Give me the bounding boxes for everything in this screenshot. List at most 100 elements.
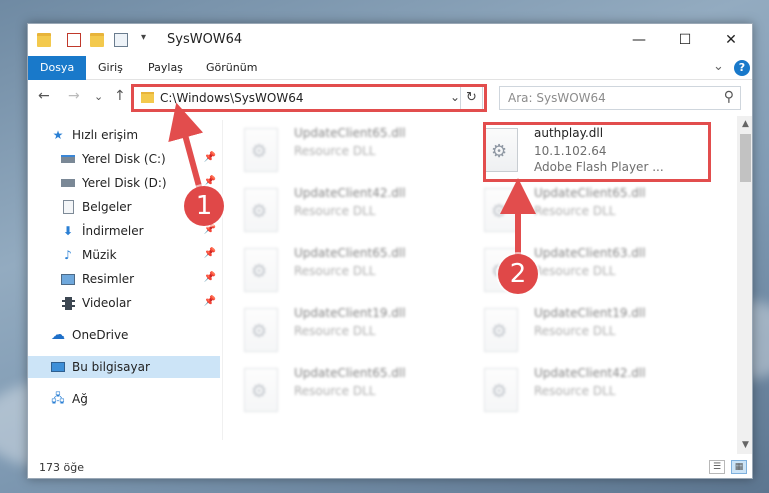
forward-button[interactable]: →: [68, 88, 80, 104]
pin-icon[interactable]: 📌: [204, 248, 216, 259]
sidebar-item-quick-access[interactable]: ★ Hızlı erişim: [28, 124, 220, 146]
pin-icon[interactable]: 📌: [204, 296, 216, 307]
file-name: UpdateClient65.dll: [534, 186, 646, 200]
dll-file-icon: [244, 368, 278, 412]
file-name: UpdateClient65.dll: [294, 246, 406, 260]
vertical-scrollbar[interactable]: ▲ ▼: [737, 116, 752, 454]
file-type: Resource DLL: [294, 264, 376, 278]
item-count: 173 öğe: [39, 461, 84, 474]
close-button[interactable]: ✕: [708, 24, 752, 56]
help-button[interactable]: ?: [734, 60, 750, 76]
authplay-highlight: [483, 122, 711, 182]
new-folder-icon[interactable]: [90, 33, 104, 47]
step-1-badge: 1: [184, 186, 224, 226]
file-name: UpdateClient65.dll: [294, 126, 406, 140]
file-type: Resource DLL: [294, 324, 376, 338]
minimize-button[interactable]: —: [616, 24, 662, 56]
file-type: Resource DLL: [294, 144, 376, 158]
sidebar-item-videos[interactable]: Videolar 📌: [28, 292, 220, 314]
star-icon: ★: [52, 128, 64, 142]
file-item[interactable]: UpdateClient65.dll Resource DLL: [224, 242, 454, 294]
sidebar-item-label: Yerel Disk (C:): [82, 152, 166, 166]
file-name: UpdateClient42.dll: [534, 366, 646, 380]
tab-view[interactable]: Görünüm: [194, 56, 269, 80]
file-type: Resource DLL: [534, 264, 616, 278]
sidebar-item-label: Yerel Disk (D:): [82, 176, 167, 190]
scroll-down-button[interactable]: ▼: [737, 437, 752, 454]
sidebar-item-drive-c[interactable]: Yerel Disk (C:) 📌: [28, 148, 220, 170]
details-view-button[interactable]: ☰: [709, 460, 725, 474]
drive-icon: [60, 175, 76, 191]
sidebar-item-label: Bu bilgisayar: [72, 360, 150, 374]
file-item[interactable]: UpdateClient42.dll Resource DLL: [464, 362, 694, 414]
sidebar-item-onedrive[interactable]: ☁ OneDrive: [28, 324, 220, 346]
ribbon-tabs: Dosya Giriş Paylaş Görünüm ⌄ ?: [28, 56, 752, 80]
file-item[interactable]: UpdateClient19.dll Resource DLL: [224, 302, 454, 354]
scroll-up-button[interactable]: ▲: [737, 116, 752, 133]
back-button[interactable]: ←: [38, 88, 50, 104]
search-input[interactable]: Ara: SysWOW64 ⚲: [499, 86, 741, 110]
window-title: SysWOW64: [167, 32, 243, 47]
step-2-badge: 2: [498, 254, 538, 294]
file-type: Resource DLL: [534, 384, 616, 398]
sidebar-item-label: OneDrive: [72, 328, 129, 342]
properties-icon[interactable]: [67, 33, 81, 47]
expand-ribbon-icon[interactable]: ⌄: [713, 59, 724, 74]
sidebar-item-downloads[interactable]: ⬇ İndirmeler 📌: [28, 220, 220, 242]
file-item[interactable]: UpdateClient65.dll Resource DLL: [224, 122, 454, 174]
dll-file-icon: [244, 248, 278, 292]
sidebar-item-label: Müzik: [82, 248, 117, 262]
sidebar-item-label: Belgeler: [82, 200, 132, 214]
search-icon[interactable]: ⚲: [724, 89, 734, 105]
pane-divider[interactable]: [222, 120, 223, 440]
file-type: Resource DLL: [534, 204, 616, 218]
navigation-pane: ★ Hızlı erişim Yerel Disk (C:) 📌 Yerel D…: [28, 120, 220, 456]
cloud-icon: ☁: [51, 327, 65, 343]
qat-dropdown-icon[interactable]: ▾: [141, 32, 146, 43]
maximize-button[interactable]: ☐: [662, 24, 708, 56]
downloads-icon: ⬇: [62, 224, 74, 238]
pin-icon[interactable]: 📌: [204, 152, 216, 163]
pictures-icon: [60, 271, 76, 287]
dll-file-icon: [244, 128, 278, 172]
file-item[interactable]: UpdateClient65.dll Resource DLL: [464, 182, 694, 234]
file-name: UpdateClient63.dll: [534, 246, 646, 260]
file-name: UpdateClient65.dll: [294, 366, 406, 380]
dll-file-icon: [244, 308, 278, 352]
file-item[interactable]: UpdateClient19.dll Resource DLL: [464, 302, 694, 354]
file-item[interactable]: UpdateClient65.dll Resource DLL: [224, 362, 454, 414]
folder-icon: [37, 33, 51, 47]
tiles-view-button[interactable]: ▦: [731, 460, 747, 474]
view-options-icon[interactable]: [114, 33, 128, 47]
up-button[interactable]: ↑: [114, 88, 126, 104]
file-type: Resource DLL: [534, 324, 616, 338]
sidebar-item-label: Resimler: [82, 272, 135, 286]
status-bar: 173 öğe ☰ ▦: [28, 456, 752, 478]
music-icon: ♪: [64, 248, 72, 262]
network-icon: 🖧: [51, 390, 65, 405]
tab-file[interactable]: Dosya: [28, 56, 87, 80]
file-type: Resource DLL: [294, 204, 376, 218]
tab-share[interactable]: Paylaş: [136, 56, 195, 80]
tab-home[interactable]: Giriş: [86, 56, 135, 80]
sidebar-item-network[interactable]: 🖧 Ağ: [28, 388, 220, 410]
file-name: UpdateClient19.dll: [294, 306, 406, 320]
file-type: Resource DLL: [294, 384, 376, 398]
sidebar-item-this-pc[interactable]: Bu bilgisayar: [28, 356, 220, 378]
title-bar: ▾ SysWOW64 — ☐ ✕: [28, 24, 752, 56]
dll-file-icon: [484, 308, 518, 352]
dll-file-icon: [484, 188, 518, 232]
file-item[interactable]: UpdateClient42.dll Resource DLL: [224, 182, 454, 234]
sidebar-item-label: İndirmeler: [82, 224, 144, 238]
sidebar-item-label: Hızlı erişim: [72, 128, 139, 142]
dll-file-icon: [484, 368, 518, 412]
file-name: UpdateClient19.dll: [534, 306, 646, 320]
scroll-thumb[interactable]: [740, 134, 751, 182]
sidebar-item-music[interactable]: ♪ Müzik 📌: [28, 244, 220, 266]
drive-icon: [60, 151, 76, 167]
sidebar-item-pictures[interactable]: Resimler 📌: [28, 268, 220, 290]
file-name: UpdateClient42.dll: [294, 186, 406, 200]
videos-icon: [60, 295, 76, 311]
recent-locations-button[interactable]: ⌄: [94, 90, 103, 103]
pin-icon[interactable]: 📌: [204, 272, 216, 283]
